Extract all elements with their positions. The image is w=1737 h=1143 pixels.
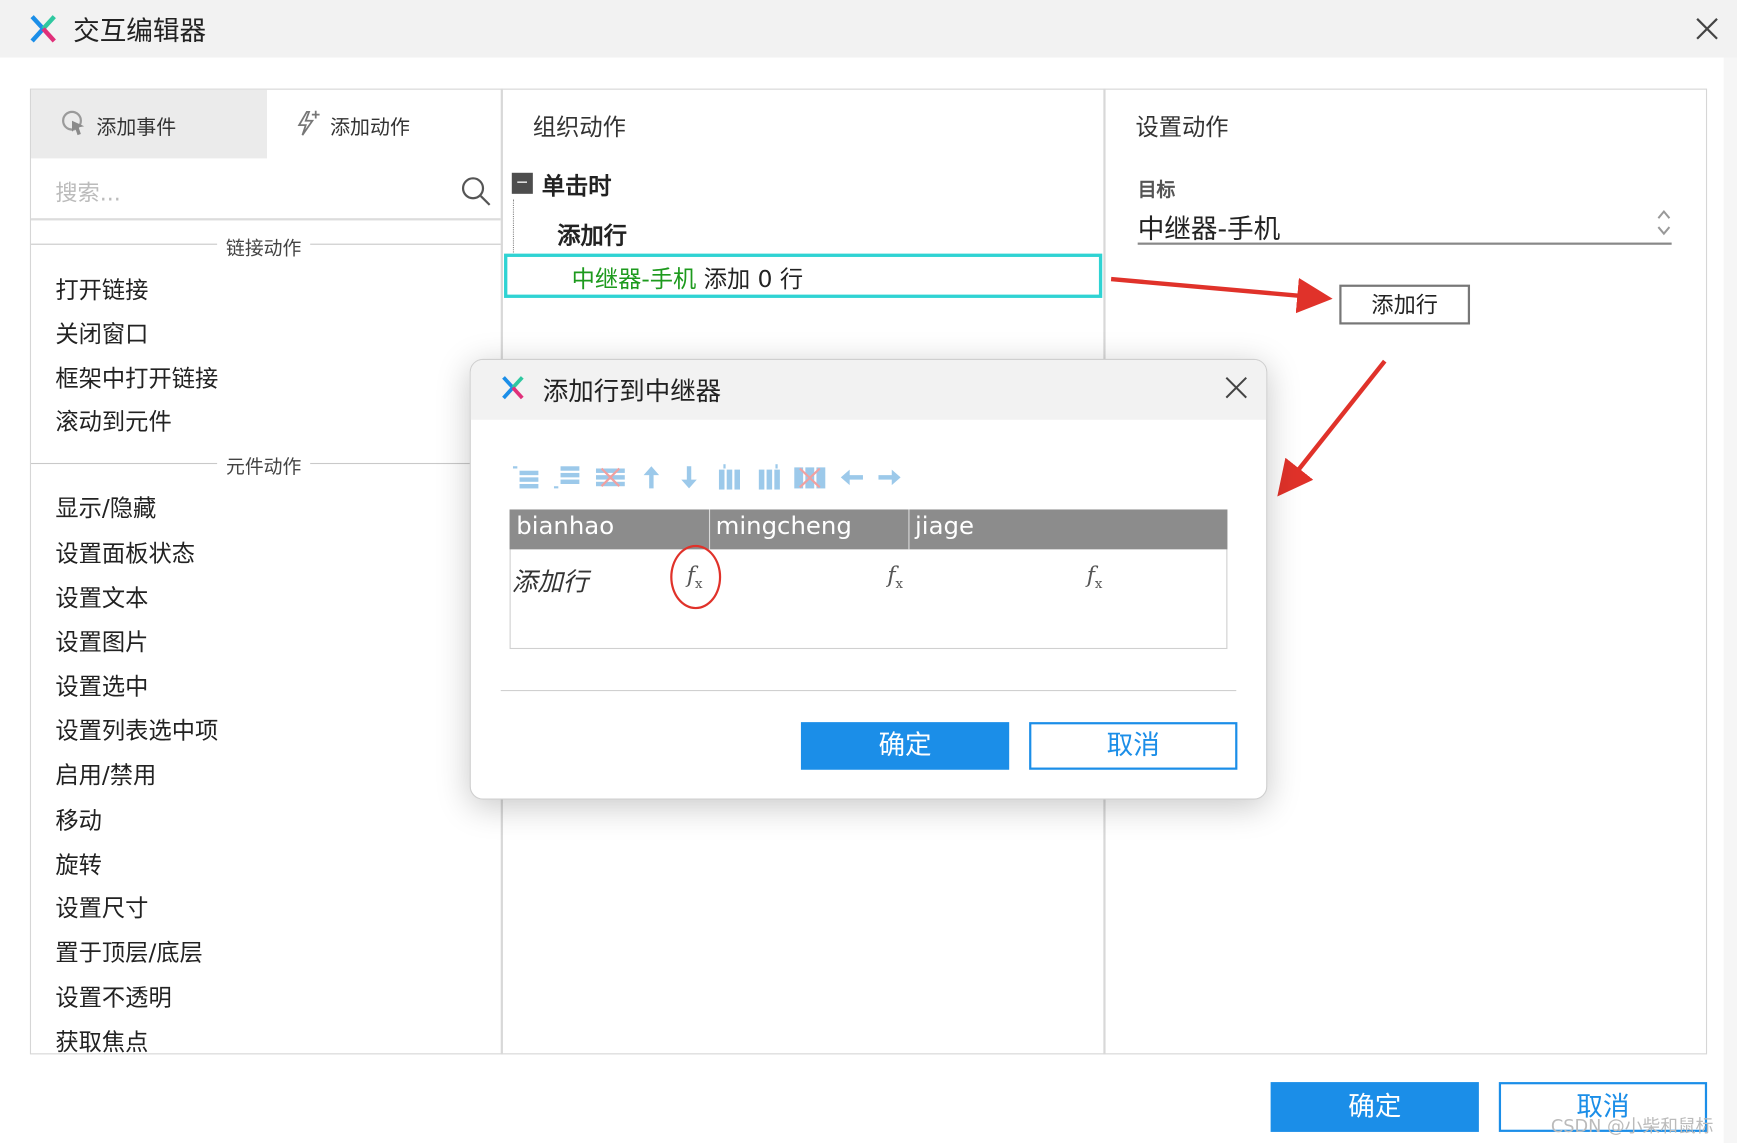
fx-icon[interactable]: fx bbox=[887, 562, 903, 592]
tab-add-event-label: 添加事件 bbox=[96, 116, 177, 140]
dialog-divider bbox=[500, 690, 1237, 692]
action-detail: 添加 0 行 bbox=[703, 265, 804, 293]
dialog-cancel-button[interactable]: 取消 bbox=[1029, 722, 1238, 770]
column-separator[interactable] bbox=[708, 509, 711, 550]
case-add-row[interactable]: 添加行 bbox=[557, 218, 627, 251]
action-set-text[interactable]: 设置文本 bbox=[55, 580, 148, 613]
move-up-icon[interactable] bbox=[638, 464, 665, 491]
action-set-selected[interactable]: 设置选中 bbox=[55, 669, 148, 702]
delete-row-icon[interactable] bbox=[595, 464, 625, 491]
action-open-in-frame[interactable]: 框架中打开链接 bbox=[55, 361, 218, 394]
action-open-link[interactable]: 打开链接 bbox=[55, 272, 148, 305]
action-close-window[interactable]: 关闭窗口 bbox=[55, 317, 148, 350]
section-title-link: 链接动作 bbox=[217, 232, 311, 261]
action-description: 中继器-手机 添加 0 行 bbox=[572, 261, 804, 294]
watermark: CSDN @小柴和鼠标 bbox=[1550, 1115, 1714, 1137]
event-on-click[interactable]: 单击时 bbox=[542, 168, 612, 201]
search-input[interactable]: 搜索... bbox=[55, 175, 120, 207]
tab-add-action[interactable]: 添加动作 bbox=[330, 112, 410, 141]
column-header-bianhao[interactable]: bianhao bbox=[516, 513, 614, 541]
fx-subscript: x bbox=[895, 575, 904, 592]
fx-icon[interactable]: fx bbox=[1087, 562, 1103, 592]
action-set-list-selection[interactable]: 设置列表选中项 bbox=[55, 713, 218, 746]
target-label: 目标 bbox=[1137, 179, 1176, 202]
search-icon[interactable] bbox=[461, 176, 492, 207]
move-right-icon[interactable] bbox=[876, 464, 903, 491]
insert-column-left-icon[interactable] bbox=[716, 464, 743, 491]
action-set-image[interactable]: 设置图片 bbox=[55, 625, 148, 658]
dialog-title: 添加行到中继器 bbox=[542, 377, 722, 407]
target-underline bbox=[1137, 242, 1672, 245]
insert-row-above-icon[interactable] bbox=[512, 464, 540, 491]
action-rotate[interactable]: 旋转 bbox=[55, 847, 102, 880]
action-move[interactable]: 移动 bbox=[55, 803, 102, 836]
delete-column-icon[interactable] bbox=[793, 464, 826, 491]
title-bar bbox=[0, 0, 1737, 58]
action-scroll-to-widget[interactable]: 滚动到元件 bbox=[55, 404, 171, 437]
move-down-icon[interactable] bbox=[676, 464, 703, 491]
fx-subscript: x bbox=[1094, 575, 1103, 592]
dialog-ok-button[interactable]: 确定 bbox=[800, 722, 1010, 770]
grid-header bbox=[509, 509, 1228, 550]
action-set-size[interactable]: 设置尺寸 bbox=[55, 890, 148, 923]
target-select[interactable]: 中继器-手机 bbox=[1138, 207, 1281, 246]
insert-column-right-icon[interactable] bbox=[756, 464, 783, 491]
collapse-icon[interactable]: − bbox=[511, 172, 533, 194]
window-title: 交互编辑器 bbox=[73, 15, 207, 47]
pointer-click-icon bbox=[60, 109, 89, 138]
organize-actions-title: 组织动作 bbox=[532, 114, 626, 141]
app-logo-icon bbox=[501, 373, 525, 402]
annotation-circle bbox=[670, 544, 722, 610]
select-arrows-icon[interactable] bbox=[1655, 207, 1673, 238]
action-focus[interactable]: 获取焦点 bbox=[55, 1024, 148, 1057]
lightning-plus-icon bbox=[294, 109, 323, 138]
action-set-opacity[interactable]: 设置不透明 bbox=[55, 980, 171, 1013]
column-header-jiage[interactable]: jiage bbox=[915, 513, 974, 541]
dialog-close-icon[interactable] bbox=[1223, 374, 1250, 401]
app-logo-icon bbox=[29, 13, 58, 44]
action-set-panel-state[interactable]: 设置面板状态 bbox=[55, 536, 195, 569]
section-title-widget: 元件动作 bbox=[217, 450, 311, 479]
action-target-name: 中继器-手机 bbox=[571, 265, 697, 293]
search-underline bbox=[31, 218, 501, 221]
move-left-icon[interactable] bbox=[839, 464, 866, 491]
action-bring-front-back[interactable]: 置于顶层/底层 bbox=[55, 935, 202, 968]
column-header-mingcheng[interactable]: mingcheng bbox=[716, 513, 852, 541]
insert-row-below-icon[interactable] bbox=[553, 464, 581, 491]
scrollbar[interactable] bbox=[1723, 57, 1737, 1143]
column-separator[interactable] bbox=[908, 509, 910, 550]
close-icon[interactable] bbox=[1693, 14, 1722, 43]
action-show-hide[interactable]: 显示/隐藏 bbox=[55, 491, 156, 524]
configure-action-title: 设置动作 bbox=[1135, 114, 1229, 141]
action-enable-disable[interactable]: 启用/禁用 bbox=[55, 758, 156, 791]
row-label: 添加行 bbox=[511, 568, 589, 597]
ok-button[interactable]: 确定 bbox=[1270, 1082, 1479, 1132]
